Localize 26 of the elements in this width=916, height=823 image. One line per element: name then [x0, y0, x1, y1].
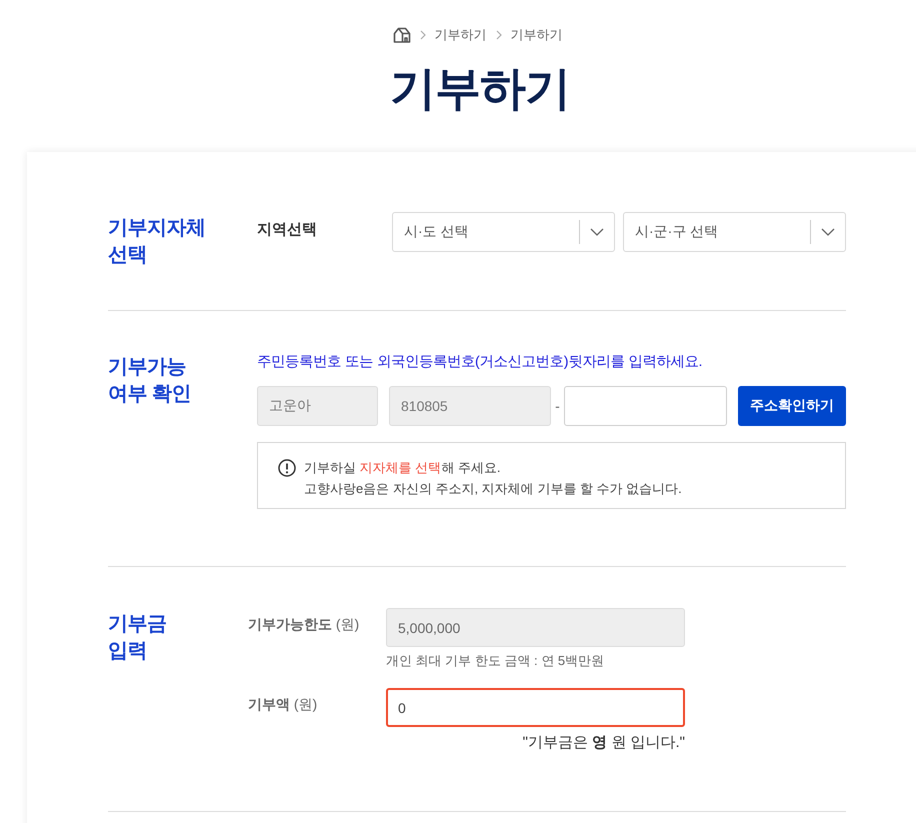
input-field[interactable] — [564, 386, 727, 426]
home-icon[interactable] — [392, 27, 410, 43]
page-title: 기부하기 — [389, 61, 571, 116]
notice-text: 고향사랑e음은 자신의 주소지, 지자체에 기부를 할 수가 없습니다. — [304, 480, 682, 498]
chevron-down-icon — [590, 228, 604, 236]
field-label: 기부가능한도 (원) — [248, 615, 360, 634]
help-text: 개인 최대 기부 한도 금액 : 연 5백만원 — [386, 652, 606, 670]
instruction-text: 주민등록번호 또는 외국인등록번호(거소신고번호)뒷자리를 입력하세요. — [257, 353, 704, 372]
chevron-icon — [420, 30, 426, 40]
section-heading: 기부가능 여부 확인 — [108, 355, 192, 407]
breadcrumb-link[interactable]: 기부하기 — [434, 27, 486, 43]
notice-text: 기부하실 지자체를 선택해 주세요. — [304, 459, 502, 477]
chevron-down-icon — [821, 228, 835, 236]
address-check-button[interactable]: 주소확인하기 — [738, 386, 846, 426]
dropdown-select[interactable]: 시·군·구 선택 — [623, 212, 846, 252]
separator-text: - — [554, 398, 561, 414]
chevron-icon — [496, 30, 502, 40]
section-heading: 기부지자체 선택 — [108, 216, 206, 268]
amount-summary-text: "기부금은 영 원 입니다." — [522, 733, 685, 753]
field-label: 지역선택 — [257, 220, 318, 239]
input-field[interactable]: 0 — [386, 688, 685, 727]
breadcrumb-link[interactable]: 기부하기 — [510, 27, 562, 43]
dropdown-select[interactable]: 시·도 선택 — [392, 212, 615, 252]
warning-icon — [278, 459, 296, 477]
section-heading: 기부금 입력 — [108, 612, 168, 664]
field-label: 기부액 (원) — [248, 695, 318, 714]
